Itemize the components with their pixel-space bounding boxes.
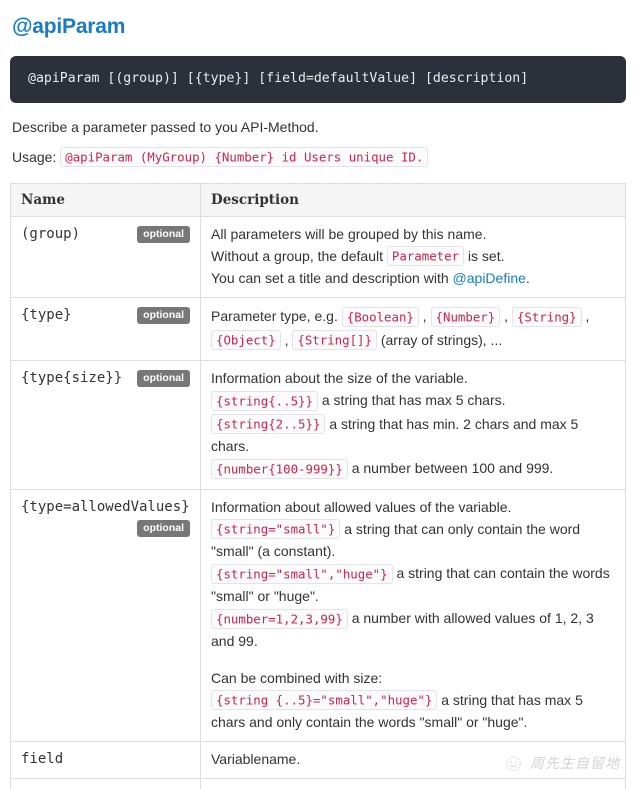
param-name-cell: {type} optional xyxy=(10,297,201,361)
table-body: (group) optional All parameters will be gr… xyxy=(10,215,626,789)
description-text: You can set a title and description with xyxy=(211,270,453,287)
param-name-cell: {type=allowedValues} optional xyxy=(10,488,201,742)
usage-code: @apiParam (MyGroup) {Number} id Users un… xyxy=(60,147,429,168)
param-description-cell: Parameter type, e.g. {Boolean} , {Number… xyxy=(200,297,626,361)
description-text: Variablename. xyxy=(211,751,301,768)
description-line: You can set a title and description with… xyxy=(211,268,615,289)
inline-code: Parameter xyxy=(386,246,465,267)
column-header-description: Description xyxy=(200,183,626,217)
table-header-row: Name Description xyxy=(10,183,626,217)
param-name-cell: {type{size}} optional xyxy=(10,360,201,490)
description-line: Parameter type, e.g. {Boolean} , {Number… xyxy=(211,305,615,352)
description-line: {number{100-999}} a number between 100 a… xyxy=(211,457,615,481)
description-text: Information about allowed values of the … xyxy=(211,498,512,515)
param-name: (group) xyxy=(21,225,81,242)
description-line: {string{2..5}} a string that has min. 2 … xyxy=(211,413,615,458)
description-text: , xyxy=(581,308,590,325)
description-text: Information about the size of the variab… xyxy=(211,370,468,387)
signature-code-block: @apiParam [(group)] [{type}] [field=defa… xyxy=(10,56,626,103)
description-text: Parameter type, e.g. xyxy=(211,308,342,325)
inline-code: {string {..5}="small","huge"} xyxy=(211,690,438,711)
description-line: Variablename. xyxy=(211,749,615,770)
usage-line: Usage: @apiParam (MyGroup) {Number} id U… xyxy=(12,146,626,170)
optional-badge: optional xyxy=(137,307,190,325)
description-text: . xyxy=(525,270,530,287)
description-line: {string="small"} a string that can only … xyxy=(211,518,615,563)
description-line: Information about allowed values of the … xyxy=(211,497,615,518)
doc-page: @apiParam @apiParam [(group)] [{type}] [… xyxy=(0,14,636,789)
page-title: @apiParam xyxy=(12,15,126,38)
inline-code: {Object} xyxy=(211,330,281,351)
table-row: field Variablename. xyxy=(10,741,626,779)
column-header-name: Name xyxy=(10,183,201,217)
inline-code: {string{..5}} xyxy=(211,390,318,411)
table-row: {type} optional Parameter type, e.g. {Bool… xyxy=(10,297,626,361)
page-description: Describe a parameter passed to you API-M… xyxy=(12,118,319,135)
description-text: Can be combined with size: xyxy=(211,669,383,686)
param-name: {type{size}} xyxy=(21,370,123,387)
optional-badge: optional xyxy=(137,225,190,243)
usage-label: Usage: xyxy=(12,148,57,165)
description-line: All parameters will be grouped by this n… xyxy=(211,224,615,245)
inline-code: {number{100-999}} xyxy=(211,458,348,479)
description-text: a string that has max 5 chars. xyxy=(317,392,506,409)
param-name-cell: field xyxy=(10,741,201,779)
param-name: field xyxy=(21,751,64,768)
param-description-cell: Information about allowed values of the … xyxy=(200,488,626,742)
param-name: {type=allowedValues} xyxy=(21,498,190,515)
param-name-cell: [field] xyxy=(10,778,201,789)
description-line: {string="small","huge"} a string that ca… xyxy=(211,562,615,607)
description-text: is set. xyxy=(464,247,505,264)
description-line: Can be combined with size: xyxy=(211,668,615,689)
description-line: Information about the size of the variab… xyxy=(211,368,615,389)
inline-code: {string="small","huge"} xyxy=(211,563,393,584)
description-text: a number between 100 and 999. xyxy=(347,460,554,477)
inline-code: {Number} xyxy=(430,306,501,327)
param-description-cell: Information about the size of the variab… xyxy=(200,360,626,490)
description-line: Without a group, the default Parameter i… xyxy=(211,245,615,269)
param-name: {type} xyxy=(21,307,72,324)
table-row: [field]Fieldname with brackets define th… xyxy=(10,778,626,789)
description-text: , xyxy=(280,331,293,348)
inline-code: {String[]} xyxy=(292,330,377,351)
inline-code: {string="small"} xyxy=(211,519,341,540)
optional-badge: optional xyxy=(137,519,190,538)
description-line: {string{..5}} a string that has max 5 ch… xyxy=(211,389,615,413)
inline-code: {String} xyxy=(511,306,582,327)
table-row: (group) optional All parameters will be gr… xyxy=(10,215,626,298)
description-text: , xyxy=(500,308,512,325)
description-line: {string {..5}="small","huge"} a string t… xyxy=(211,689,615,734)
param-name-cell: (group) optional xyxy=(10,215,201,298)
inline-code: {string{2..5}} xyxy=(211,414,326,435)
param-description-cell: Variablename. xyxy=(200,741,626,779)
param-description-cell: Fieldname with brackets define the Varia… xyxy=(200,778,626,789)
description-text: , xyxy=(418,308,431,325)
table-row: {type=allowedValues} optional Information … xyxy=(10,488,626,742)
description-text: All parameters will be grouped by this n… xyxy=(211,225,487,242)
inline-code: {number=1,2,3,99} xyxy=(211,608,348,629)
description-text: (array of strings), ... xyxy=(376,331,503,348)
description-text: Without a group, the default xyxy=(211,247,387,264)
table-row: {type{size}} optional Information about th… xyxy=(10,360,626,490)
param-description-cell: All parameters will be grouped by this n… xyxy=(200,215,626,298)
inline-code: {Boolean} xyxy=(341,306,419,327)
parameters-table: Name Description (group) optional All para… xyxy=(10,182,626,789)
optional-badge: optional xyxy=(137,370,190,388)
description-line: {number=1,2,3,99} a number with allowed … xyxy=(211,607,615,652)
doc-link[interactable]: @apiDefine xyxy=(453,270,526,286)
